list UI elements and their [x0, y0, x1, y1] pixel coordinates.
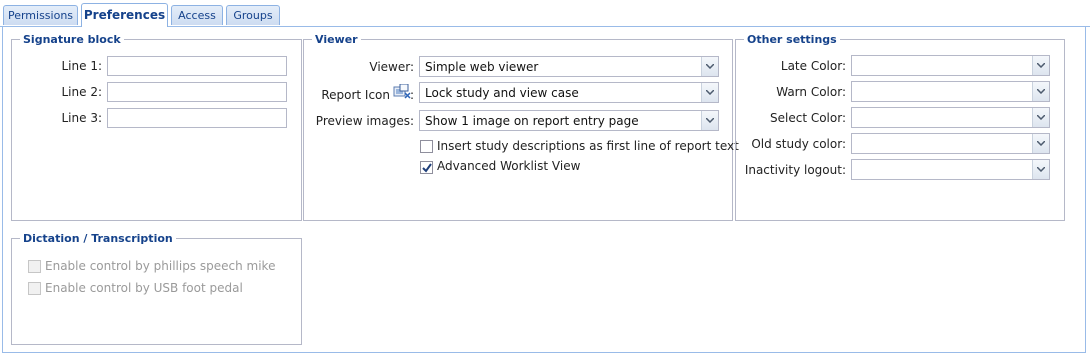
signature-block-legend: Signature block [23, 33, 121, 46]
tab-groups[interactable]: Groups [226, 5, 280, 25]
chevron-down-icon [1037, 89, 1045, 94]
viewer-legend: Viewer [315, 33, 358, 46]
chevron-down-icon [1037, 167, 1045, 172]
usb-foot-pedal-label: Enable control by USB foot pedal [45, 281, 243, 295]
old-study-color-label: Old study color: [751, 137, 846, 151]
report-icon-icon[interactable] [393, 83, 411, 100]
preview-images-select-trigger[interactable] [701, 111, 718, 130]
insert-study-descriptions-label: Insert study descriptions as first line … [437, 139, 739, 153]
old-study-color-select[interactable] [851, 133, 1050, 154]
select-color-select-trigger[interactable] [1032, 108, 1049, 127]
report-icon-label: Report Icon [321, 88, 390, 102]
tab-preferences[interactable]: Preferences [81, 3, 168, 27]
line2-input[interactable] [107, 82, 287, 102]
tab-permissions[interactable]: Permissions [3, 5, 78, 25]
line2-label: Line 2: [61, 85, 103, 99]
line3-label: Line 3: [61, 111, 103, 125]
chevron-down-icon [1037, 115, 1045, 120]
report-icon-colon: : [410, 88, 415, 102]
late-color-select-trigger[interactable] [1032, 56, 1049, 75]
dictation-legend: Dictation / Transcription [23, 232, 173, 245]
insert-study-descriptions-checkbox[interactable] [420, 140, 433, 153]
select-color-select[interactable] [851, 107, 1050, 128]
chevron-down-icon [706, 64, 714, 69]
inactivity-logout-select[interactable] [851, 159, 1050, 180]
inactivity-logout-label: Inactivity logout: [744, 163, 846, 177]
line1-label: Line 1: [61, 59, 103, 73]
phillips-speech-mike-checkbox[interactable] [28, 260, 41, 273]
late-color-select[interactable] [851, 55, 1050, 76]
chevron-down-icon [1037, 141, 1045, 146]
preview-images-select-value: Show 1 image on report entry page [425, 114, 639, 128]
chevron-down-icon [1037, 63, 1045, 68]
report-icon-select-trigger[interactable] [701, 83, 718, 102]
advanced-worklist-label: Advanced Worklist View [437, 159, 581, 173]
other-settings-legend: Other settings [747, 33, 837, 46]
viewer-select-value: Simple web viewer [425, 60, 539, 74]
phillips-speech-mike-label: Enable control by phillips speech mike [45, 259, 276, 273]
report-icon-select[interactable]: Lock study and view case [419, 82, 719, 103]
chevron-down-icon [706, 90, 714, 95]
warn-color-select-trigger[interactable] [1032, 82, 1049, 101]
report-lock-icon [393, 83, 411, 99]
inactivity-logout-select-trigger[interactable] [1032, 160, 1049, 179]
preview-images-select[interactable]: Show 1 image on report entry page [419, 110, 719, 131]
warn-color-select[interactable] [851, 81, 1050, 102]
line1-input[interactable] [107, 56, 287, 76]
warn-color-label: Warn Color: [776, 85, 846, 99]
tab-bar: Permissions Preferences Access Groups [0, 0, 1090, 27]
check-icon [422, 163, 432, 173]
viewer-select-trigger[interactable] [701, 57, 718, 76]
late-color-label: Late Color: [780, 59, 846, 73]
chevron-down-icon [706, 118, 714, 123]
usb-foot-pedal-checkbox[interactable] [28, 282, 41, 295]
select-color-label: Select Color: [770, 111, 846, 125]
line3-input[interactable] [107, 108, 287, 128]
viewer-select[interactable]: Simple web viewer [419, 56, 719, 77]
tab-access[interactable]: Access [171, 5, 223, 25]
viewer-label: Viewer: [369, 60, 414, 74]
preview-images-label: Preview images: [315, 114, 414, 128]
report-icon-select-value: Lock study and view case [425, 86, 579, 100]
old-study-color-select-trigger[interactable] [1032, 134, 1049, 153]
advanced-worklist-checkbox[interactable] [420, 161, 433, 174]
